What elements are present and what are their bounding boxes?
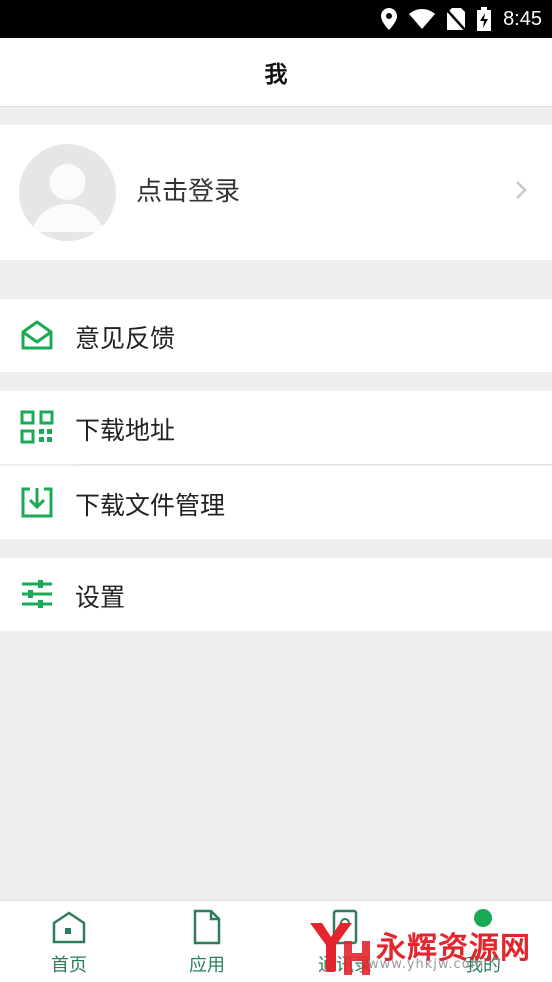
menu-label: 意见反馈 (75, 324, 176, 353)
status-bar: 8:45 (0, 0, 552, 38)
mail-open-icon (21, 320, 53, 350)
tab-label: 首页 (51, 955, 87, 976)
battery-charging-icon (477, 7, 492, 31)
menu-item-settings[interactable]: 设置 (0, 558, 552, 631)
login-card[interactable]: 点击登录 (0, 125, 552, 260)
download-tray-icon (21, 487, 53, 518)
menu-item-feedback[interactable]: 意见反馈 (0, 299, 552, 372)
menu-label: 下载地址 (75, 416, 176, 445)
wifi-icon (409, 9, 436, 29)
file-icon (193, 909, 221, 945)
no-sim-icon (447, 8, 466, 30)
watermark-logo-icon (310, 923, 370, 975)
divider (75, 464, 552, 465)
login-prompt[interactable]: 点击登录 (136, 171, 240, 208)
watermark: 永辉资源网 www.yhkjw.com (300, 915, 552, 981)
chevron-right-icon (516, 181, 527, 199)
location-icon (381, 8, 398, 30)
tab-apps[interactable]: 应用 (138, 901, 276, 982)
tab-home[interactable]: 首页 (0, 901, 138, 982)
menu-item-download-manager[interactable]: 下载文件管理 (0, 466, 552, 539)
menu-label: 下载文件管理 (75, 491, 226, 520)
watermark-url: www.yhkjw.com (368, 957, 485, 972)
default-avatar-icon (31, 164, 104, 232)
tab-label: 应用 (189, 955, 225, 976)
app-bar: 我 (0, 38, 552, 107)
sliders-icon (22, 580, 52, 608)
menu-label: 设置 (75, 583, 126, 612)
page-title: 我 (264, 62, 288, 88)
status-time: 8:45 (503, 7, 542, 30)
qr-code-icon (20, 410, 54, 444)
avatar (19, 144, 116, 241)
status-icons: 8:45 (381, 6, 542, 32)
home-icon (52, 911, 86, 944)
menu-item-download-address[interactable]: 下载地址 (0, 391, 552, 464)
